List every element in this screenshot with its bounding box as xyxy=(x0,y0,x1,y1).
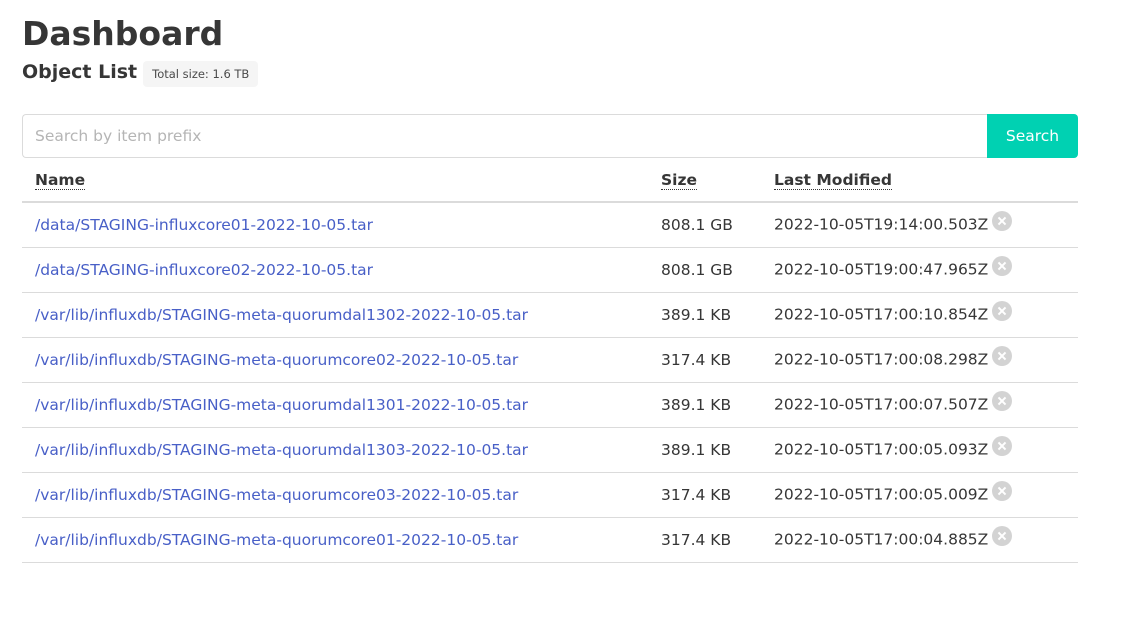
table-row: /data/STAGING-influxcore01-2022-10-05.ta… xyxy=(22,202,1078,248)
delete-icon[interactable] xyxy=(992,301,1013,321)
cell-name: /data/STAGING-influxcore02-2022-10-05.ta… xyxy=(22,247,648,293)
object-link[interactable]: /var/lib/influxdb/STAGING-meta-quorumdal… xyxy=(35,306,528,324)
total-size-badge: Total size: 1.6 TB xyxy=(143,60,259,87)
modified-text: 2022-10-05T19:00:47.965Z xyxy=(774,260,989,279)
delete-icon[interactable] xyxy=(992,211,1013,231)
dashboard-page: Dashboard Object List Total size: 1.6 TB… xyxy=(0,0,1123,634)
modified-text: 2022-10-05T17:00:07.507Z xyxy=(774,395,989,414)
cell-size: 317.4 KB xyxy=(648,337,761,383)
cell-size: 389.1 KB xyxy=(648,427,761,473)
table-row: /var/lib/influxdb/STAGING-meta-quorumdal… xyxy=(22,292,1078,338)
cell-modified: 2022-10-05T19:00:47.965Z xyxy=(761,247,1078,293)
cell-modified: 2022-10-05T19:14:00.503Z xyxy=(761,202,1078,248)
cell-modified: 2022-10-05T17:00:04.885Z xyxy=(761,517,1078,563)
table-row: /var/lib/influxdb/STAGING-meta-quorumdal… xyxy=(22,382,1078,428)
object-link[interactable]: /data/STAGING-influxcore01-2022-10-05.ta… xyxy=(35,216,373,234)
modified-text: 2022-10-05T19:14:00.503Z xyxy=(774,215,989,234)
column-header-modified-label: Last Modified xyxy=(774,170,892,190)
delete-icon[interactable] xyxy=(992,436,1013,456)
cell-size: 317.4 KB xyxy=(648,472,761,518)
column-header-size: Size xyxy=(648,158,761,203)
cell-size: 389.1 KB xyxy=(648,382,761,428)
cell-modified: 2022-10-05T17:00:07.507Z xyxy=(761,382,1078,428)
object-link[interactable]: /data/STAGING-influxcore02-2022-10-05.ta… xyxy=(35,261,373,279)
object-link[interactable]: /var/lib/influxdb/STAGING-meta-quorumdal… xyxy=(35,441,528,459)
page-title: Dashboard xyxy=(22,14,224,53)
column-header-name-label: Name xyxy=(35,170,86,190)
column-header-name: Name xyxy=(22,158,648,203)
delete-icon[interactable] xyxy=(992,256,1013,276)
delete-icon[interactable] xyxy=(992,481,1013,501)
modified-text: 2022-10-05T17:00:08.298Z xyxy=(774,350,989,369)
table-row: /var/lib/influxdb/STAGING-meta-quorumcor… xyxy=(22,337,1078,383)
modified-text: 2022-10-05T17:00:05.093Z xyxy=(774,440,989,459)
object-link[interactable]: /var/lib/influxdb/STAGING-meta-quorumcor… xyxy=(35,531,518,549)
cell-name: /data/STAGING-influxcore01-2022-10-05.ta… xyxy=(22,202,648,248)
object-list-heading: Object List xyxy=(22,61,138,83)
modified-text: 2022-10-05T17:00:10.854Z xyxy=(774,305,989,324)
cell-size: 317.4 KB xyxy=(648,517,761,563)
subtitle-row: Object List Total size: 1.6 TB xyxy=(22,58,259,87)
cell-modified: 2022-10-05T17:00:08.298Z xyxy=(761,337,1078,383)
modified-text: 2022-10-05T17:00:04.885Z xyxy=(774,530,989,549)
cell-name: /var/lib/influxdb/STAGING-meta-quorumdal… xyxy=(22,382,648,428)
cell-name: /var/lib/influxdb/STAGING-meta-quorumcor… xyxy=(22,472,648,518)
cell-size: 808.1 GB xyxy=(648,247,761,293)
cell-name: /var/lib/influxdb/STAGING-meta-quorumdal… xyxy=(22,427,648,473)
cell-name: /var/lib/influxdb/STAGING-meta-quorumcor… xyxy=(22,517,648,563)
table-header-row: Name Size Last Modified xyxy=(22,158,1078,203)
delete-icon[interactable] xyxy=(992,391,1013,411)
object-link[interactable]: /var/lib/influxdb/STAGING-meta-quorumcor… xyxy=(35,351,518,369)
table-row: /var/lib/influxdb/STAGING-meta-quorumdal… xyxy=(22,427,1078,473)
object-table: Name Size Last Modified /data/STAGING-in… xyxy=(22,158,1078,563)
cell-modified: 2022-10-05T17:00:05.093Z xyxy=(761,427,1078,473)
object-link[interactable]: /var/lib/influxdb/STAGING-meta-quorumdal… xyxy=(35,396,528,414)
cell-size: 389.1 KB xyxy=(648,292,761,338)
cell-size: 808.1 GB xyxy=(648,202,761,248)
delete-icon[interactable] xyxy=(992,526,1013,546)
table-row: /data/STAGING-influxcore02-2022-10-05.ta… xyxy=(22,247,1078,293)
search-input[interactable] xyxy=(22,114,987,158)
cell-modified: 2022-10-05T17:00:05.009Z xyxy=(761,472,1078,518)
column-header-modified: Last Modified xyxy=(761,158,1078,203)
cell-name: /var/lib/influxdb/STAGING-meta-quorumdal… xyxy=(22,292,648,338)
search-bar: Search xyxy=(22,114,1078,158)
delete-icon[interactable] xyxy=(992,346,1013,366)
cell-name: /var/lib/influxdb/STAGING-meta-quorumcor… xyxy=(22,337,648,383)
object-link[interactable]: /var/lib/influxdb/STAGING-meta-quorumcor… xyxy=(35,486,518,504)
table-row: /var/lib/influxdb/STAGING-meta-quorumcor… xyxy=(22,517,1078,563)
search-button[interactable]: Search xyxy=(987,114,1078,158)
table-row: /var/lib/influxdb/STAGING-meta-quorumcor… xyxy=(22,472,1078,518)
modified-text: 2022-10-05T17:00:05.009Z xyxy=(774,485,989,504)
column-header-size-label: Size xyxy=(661,170,698,190)
cell-modified: 2022-10-05T17:00:10.854Z xyxy=(761,292,1078,338)
